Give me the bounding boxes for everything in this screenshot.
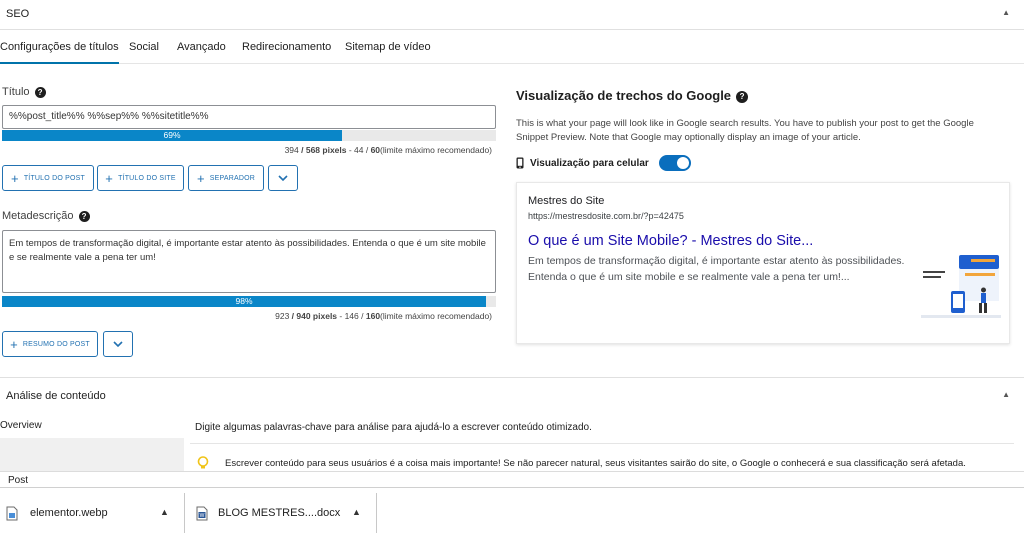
separator-button[interactable]: + Separador <box>188 165 264 191</box>
divider <box>190 443 1014 444</box>
help-icon[interactable]: ? <box>78 210 90 222</box>
preview-heading-text: Visualização de trechos do Google <box>516 88 732 103</box>
title-counter-chars: 60 <box>370 145 381 155</box>
meta-label-text: Metadescrição <box>2 210 74 222</box>
svg-text:W: W <box>200 513 205 519</box>
post-label: Post <box>8 475 29 486</box>
seo-panel: SEO ▲ Configurações de títulos Social Av… <box>0 0 1024 537</box>
title-label-text: Título <box>2 86 30 98</box>
title-field-label: Título? <box>2 86 46 98</box>
plus-icon: + <box>10 336 18 352</box>
title-counter-slash: / <box>298 145 306 155</box>
seo-title: SEO <box>6 8 30 20</box>
snippet-description: Em tempos de transformação digital, é im… <box>528 255 905 283</box>
analysis-item: Escrever conteúdo para seus usuários é a… <box>225 458 966 469</box>
download-item-blog-doc[interactable]: W BLOG MESTRES....docx ▲ <box>196 488 372 537</box>
meta-counter: 923 / 940 pixels - 146 / 160(limite máxi… <box>275 311 492 321</box>
site-title-button-label: Título do site <box>118 174 176 182</box>
collapse-up-icon[interactable]: ▲ <box>1002 8 1010 17</box>
google-snippet-card: Mestres do Site https://mestresdosite.co… <box>516 182 1010 344</box>
meta-progress-bar: 98% <box>2 296 496 307</box>
tab-social[interactable]: Social <box>129 41 159 53</box>
snippet-url: https://mestresdosite.com.br/?p=42475 <box>528 211 684 221</box>
mobile-phone-icon <box>516 157 524 169</box>
content-analysis-title: Análise de conteúdo <box>6 390 106 402</box>
meta-counter-used: 923 <box>275 311 290 321</box>
post-title-button-label: Título do post <box>23 174 85 182</box>
site-title-button[interactable]: + Título do site <box>97 165 184 191</box>
plus-icon: + <box>11 170 19 186</box>
title-counter-used: 394 <box>284 145 299 155</box>
chevron-down-icon <box>278 175 288 182</box>
post-excerpt-button[interactable]: + Resumo do post <box>2 331 98 357</box>
meta-more-button[interactable] <box>103 331 133 357</box>
download-file-name: BLOG MESTRES....docx <box>218 507 341 519</box>
tab-advanced[interactable]: Avançado <box>177 41 226 53</box>
plus-icon: + <box>105 170 114 186</box>
post-title-button[interactable]: + Título do post <box>2 165 94 191</box>
snippet-title-link[interactable]: O que é um Site Mobile? - Mestres do Sit… <box>528 233 813 249</box>
seo-tabs: Configurações de títulos Social Avançado… <box>0 30 1024 64</box>
title-counter-max: 568 pixels <box>305 145 347 155</box>
help-icon[interactable]: ? <box>34 86 46 98</box>
overview-panel <box>0 438 184 471</box>
lightbulb-icon <box>197 456 209 469</box>
chevron-up-icon[interactable]: ▲ <box>160 507 169 517</box>
chevron-down-icon <box>113 341 123 348</box>
title-counter: 394 / 568 pixels - 44 / 60(limite máximo… <box>285 145 492 155</box>
title-progress-bar: 69% <box>2 130 496 141</box>
help-icon[interactable]: ? <box>736 90 749 103</box>
title-more-button[interactable] <box>268 165 298 191</box>
tab-video-sitemap[interactable]: Sitemap de vídeo <box>345 41 431 53</box>
mobile-preview-label: Visualização para celular <box>530 157 649 169</box>
title-counter-note: (limite máximo recomendado) <box>380 145 492 155</box>
seo-header[interactable]: SEO ▲ <box>0 0 1024 30</box>
preview-heading: Visualização de trechos do Google? <box>516 88 749 103</box>
preview-description: This is what your page will look like in… <box>516 118 974 143</box>
download-file-name: elementor.webp <box>30 507 108 519</box>
tab-overview[interactable]: Overview <box>0 420 42 431</box>
meta-counter-note: (limite máximo recomendado) <box>380 311 492 321</box>
divider <box>376 493 377 533</box>
image-file-icon <box>6 506 18 520</box>
chevron-up-icon[interactable]: ▲ <box>352 507 361 517</box>
snippet-thumbnail-image <box>921 251 1001 331</box>
analysis-hint: Digite algumas palavras-chave para análi… <box>195 422 592 433</box>
mobile-preview-toggle[interactable] <box>658 155 691 171</box>
snippet-site-name: Mestres do Site <box>528 195 605 207</box>
meta-counter-chars: 160 <box>365 311 381 321</box>
post-bar: Post <box>0 471 1024 487</box>
meta-counter-sep: - 146 / <box>337 311 366 321</box>
title-progress-label: 69% <box>163 130 181 140</box>
mobile-preview-row: Visualização para celular <box>516 155 691 171</box>
divider <box>184 493 185 533</box>
title-counter-sep: - 44 / <box>346 145 371 155</box>
meta-description-textarea[interactable]: Em tempos de transformação digital, é im… <box>2 230 496 293</box>
title-input[interactable]: %%post_title%% %%sep%% %%sitetitle%% <box>2 105 496 129</box>
meta-counter-max: 940 pixels <box>296 311 338 321</box>
separator-button-label: Separador <box>209 174 256 182</box>
post-excerpt-button-label: Resumo do post <box>22 340 90 348</box>
plus-icon: + <box>196 170 205 186</box>
download-bar: elementor.webp ▲ W BLOG MESTRES....docx … <box>0 487 1024 537</box>
word-doc-icon: W <box>196 506 208 520</box>
meta-field-label: Metadescrição? <box>2 210 90 222</box>
tab-redirect[interactable]: Redirecionamento <box>242 41 331 53</box>
download-item-elementor[interactable]: elementor.webp ▲ <box>6 488 180 537</box>
meta-progress-label: 98% <box>235 296 253 306</box>
collapse-up-icon[interactable]: ▲ <box>1002 390 1010 399</box>
tab-title-settings[interactable]: Configurações de títulos <box>0 41 119 64</box>
content-analysis-header[interactable]: Análise de conteúdo ▲ <box>0 377 1024 411</box>
